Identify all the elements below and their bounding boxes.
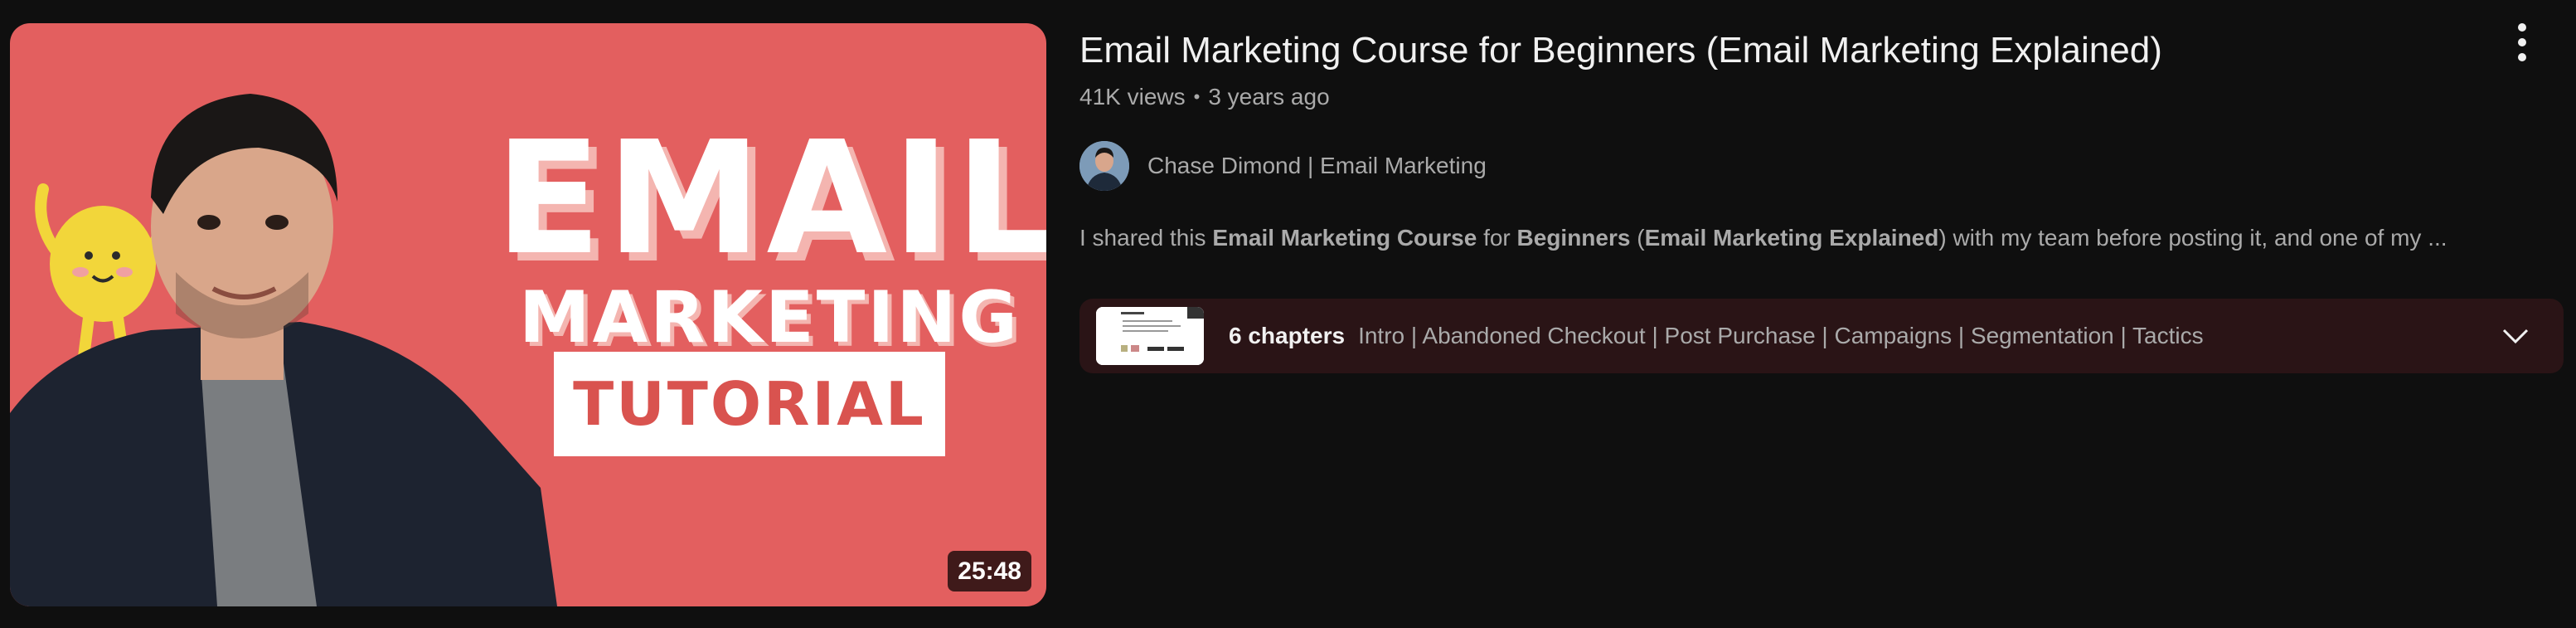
video-metadata: 41K views • 3 years ago (1079, 83, 1330, 111)
chapters-panel[interactable]: 6 chapters Intro | Abandoned Checkout | … (1079, 299, 2564, 373)
desc-text: ) with my team before posting it, and on… (1938, 225, 2447, 251)
chevron-down-icon[interactable] (2501, 324, 2530, 348)
video-title[interactable]: Email Marketing Course for Beginners (Em… (1079, 30, 2162, 72)
chapters-list: Intro | Abandoned Checkout | Post Purcha… (1358, 323, 2204, 348)
view-count: 41K views (1079, 84, 1186, 110)
duration-badge: 25:48 (948, 551, 1031, 591)
channel-link[interactable]: Chase Dimond | Email Marketing (1079, 141, 1487, 191)
desc-text: for (1477, 225, 1517, 251)
desc-highlight: Email Marketing Course (1212, 225, 1477, 251)
video-result-row: EMAIL MARKETING TUTORIAL 25:48 Email Mar… (0, 0, 2576, 628)
chapter-thumbnail (1096, 307, 1204, 365)
thumbnail-text-marketing: MARKETING (519, 276, 1020, 359)
channel-avatar[interactable] (1079, 141, 1129, 191)
video-details: Email Marketing Course for Beginners (Em… (1079, 0, 2564, 628)
desc-text: I shared this (1079, 225, 1213, 251)
meta-separator: • (1193, 85, 1201, 107)
channel-name[interactable]: Chase Dimond | Email Marketing (1147, 153, 1487, 179)
desc-highlight: Beginners (1516, 225, 1631, 251)
video-description-snippet: I shared this Email Marketing Course for… (1079, 224, 2447, 252)
thumbnail-text-email: EMAIL (495, 108, 1046, 290)
desc-highlight: Email Marketing Explained (1644, 225, 1939, 251)
upload-age: 3 years ago (1208, 84, 1330, 110)
desc-text: ( (1630, 225, 1645, 251)
more-vert-icon[interactable] (2512, 23, 2532, 61)
presenter (10, 94, 557, 606)
thumbnail-text-tutorial: TUTORIAL (573, 369, 926, 439)
video-thumbnail[interactable]: EMAIL MARKETING TUTORIAL 25:48 (10, 23, 1046, 606)
thumbnail-tutorial-box: TUTORIAL (554, 352, 945, 456)
chapters-count: 6 chapters (1229, 323, 1346, 348)
